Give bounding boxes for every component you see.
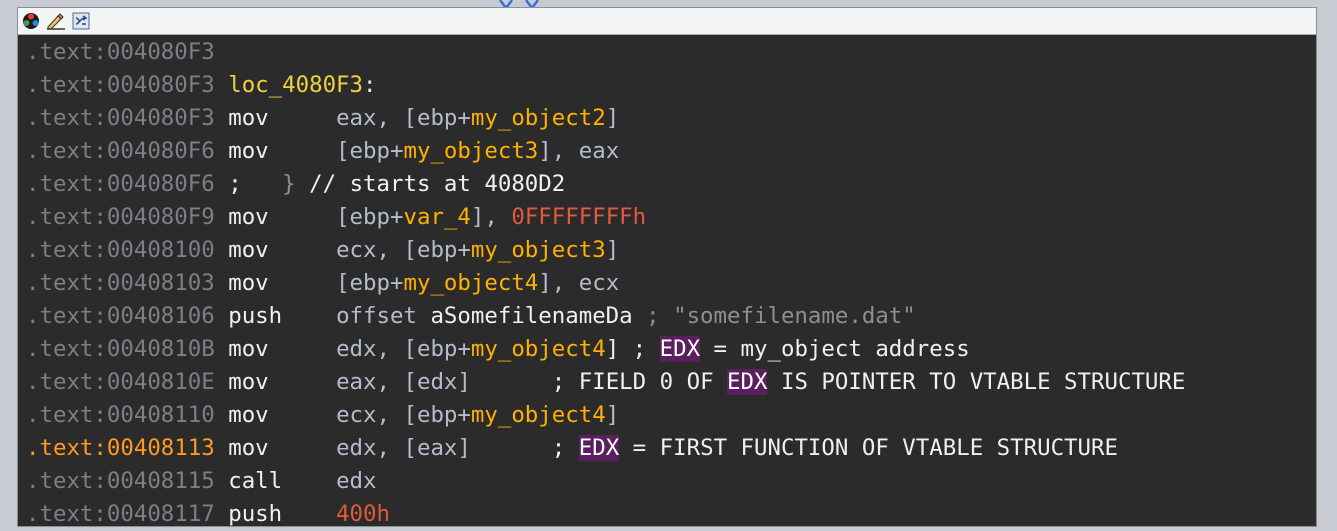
label-colon: :: [363, 72, 377, 98]
code-line[interactable]: .text:00408115 call edx: [18, 465, 1316, 498]
address: .text:00408103: [26, 270, 215, 296]
operand: edx, [ebp+: [336, 336, 471, 362]
comment-text: IS POINTER TO VTABLE STRUCTURE: [767, 369, 1186, 395]
operand-tail: ]: [605, 237, 620, 263]
variable[interactable]: my_object3: [403, 138, 538, 164]
mnemonic: mov: [228, 435, 269, 461]
address: .text:004080F6: [26, 171, 215, 197]
operand-tail: ], ecx: [538, 270, 620, 296]
code-line[interactable]: .text:004080F6 ; } // starts at 4080D2: [18, 168, 1316, 201]
operand: offset: [336, 303, 431, 329]
operand-tail: ], eax: [538, 138, 620, 164]
mnemonic: mov: [228, 105, 269, 131]
mnemonic: call: [228, 468, 283, 494]
address: .text:004080F3: [26, 39, 215, 65]
code-line[interactable]: .text:004080F9 mov [ebp+var_4], 0FFFFFFF…: [18, 201, 1316, 234]
code-line[interactable]: .text:004080F3 mov eax, [ebp+my_object2]: [18, 102, 1316, 135]
operand-tail: ]: [605, 402, 620, 428]
address: .text:004080F6: [26, 138, 215, 164]
mnemonic: mov: [228, 270, 269, 296]
operand: ecx, [ebp+: [336, 402, 471, 428]
code-line[interactable]: .text:00408100 mov ecx, [ebp+my_object3]: [18, 234, 1316, 267]
register-highlight: EDX: [578, 435, 620, 461]
mnemonic: mov: [228, 138, 269, 164]
code-line[interactable]: .text:00408110 mov ecx, [ebp+my_object4]: [18, 399, 1316, 432]
address: .text:00408106: [26, 303, 215, 329]
disassembly-window: .text:004080F3 .text:004080F3 loc_4080F3…: [17, 7, 1317, 527]
address: .text:004080F3: [26, 72, 215, 98]
variable[interactable]: my_object4: [471, 336, 606, 362]
mnemonic: push: [228, 303, 283, 329]
mnemonic: mov: [228, 402, 269, 428]
code-line[interactable]: .text:004080F3 loc_4080F3:: [18, 69, 1316, 102]
code-line[interactable]: .text:0040810B mov edx, [ebp+my_object4]…: [18, 333, 1316, 366]
operand: ecx, [ebp+: [336, 237, 471, 263]
operand: edx, [eax]: [336, 435, 471, 461]
comment-text: = FIRST FUNCTION OF VTABLE STRUCTURE: [619, 435, 1118, 461]
variable[interactable]: my_object4: [471, 402, 606, 428]
operand: [ebp+: [336, 204, 404, 230]
string-symbol[interactable]: aSomefilenameDa: [430, 303, 632, 329]
address: .text:0040810B: [26, 336, 215, 362]
comment-text: FIELD 0 OF: [565, 369, 728, 395]
graph-view-icon[interactable]: [21, 11, 41, 31]
code-label[interactable]: loc_4080F3: [228, 72, 363, 98]
code-line[interactable]: .text:00408106 push offset aSomefilename…: [18, 300, 1316, 333]
comment-semicolon: ;: [228, 171, 242, 197]
code-line[interactable]: .text:004080F6 mov [ebp+my_object3], eax: [18, 135, 1316, 168]
code-line[interactable]: .text:0040810E mov eax, [edx] ; FIELD 0 …: [18, 366, 1316, 399]
address: .text:00408115: [26, 468, 215, 494]
mnemonic: mov: [228, 237, 269, 263]
address: .text:00408100: [26, 237, 215, 263]
address: .text:00408117: [26, 501, 215, 527]
brace: }: [282, 171, 296, 197]
address: .text:00408110: [26, 402, 215, 428]
address: .text:0040810E: [26, 369, 215, 395]
variable[interactable]: my_object4: [403, 270, 538, 296]
edit-icon[interactable]: [46, 11, 66, 31]
operand: [ebp+: [336, 138, 404, 164]
comment-semicolon: ;: [551, 369, 566, 395]
code-line[interactable]: .text:00408117 push 400h: [18, 498, 1316, 531]
mnemonic: mov: [228, 204, 269, 230]
operand: edx: [336, 468, 377, 494]
mnemonic: mov: [228, 336, 269, 362]
code-line[interactable]: .text:00408103 mov [ebp+my_object4], ecx: [18, 267, 1316, 300]
comment-semicolon: ;: [551, 435, 566, 461]
operand-tail: ],: [470, 204, 512, 230]
operand: [ebp+: [336, 270, 404, 296]
operand-tail: ] ;: [605, 336, 660, 362]
immediate-value: 400h: [336, 501, 390, 527]
mnemonic: mov: [228, 369, 269, 395]
mnemonic: push: [228, 501, 283, 527]
code-line[interactable]: .text:004080F3: [18, 36, 1316, 69]
variable[interactable]: my_object2: [471, 105, 606, 131]
code-line-current[interactable]: .text:00408113 mov edx, [eax] ; EDX = FI…: [18, 432, 1316, 465]
register-highlight: EDX: [727, 369, 768, 395]
address: .text:004080F9: [26, 204, 215, 230]
sync-icon[interactable]: [71, 11, 91, 31]
operand-tail: ]: [605, 105, 620, 131]
toolbar: [18, 8, 1316, 35]
string-comment: ; "somefilename.dat": [646, 303, 916, 329]
comment-text: = my_object address: [700, 336, 970, 362]
comment-text: // starts at 4080D2: [309, 171, 566, 197]
variable[interactable]: my_object3: [471, 237, 606, 263]
operand: eax, [ebp+: [336, 105, 471, 131]
register-highlight: EDX: [659, 336, 701, 362]
operand: eax, [edx]: [336, 369, 471, 395]
code-listing: .text:004080F3 .text:004080F3 loc_4080F3…: [18, 35, 1316, 531]
address: .text:004080F3: [26, 105, 215, 131]
immediate-value: 0FFFFFFFFh: [511, 204, 647, 230]
current-address: .text:00408113: [26, 435, 215, 461]
variable[interactable]: var_4: [403, 204, 470, 230]
